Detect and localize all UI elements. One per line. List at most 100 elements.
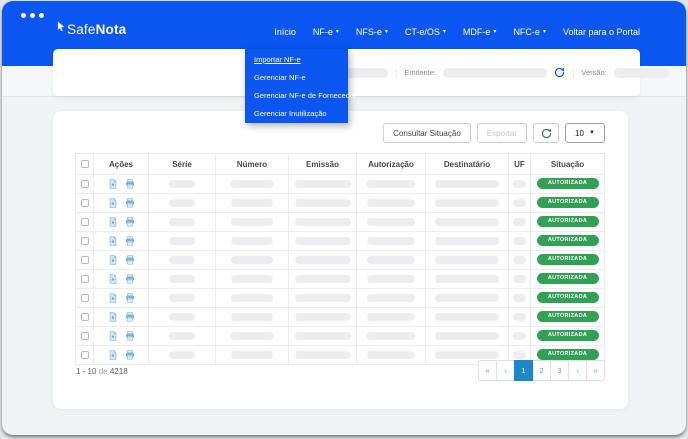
row-cell-uf <box>509 251 531 270</box>
document-download-icon[interactable] <box>108 236 118 246</box>
app-logo[interactable]: SafeNota <box>57 22 126 37</box>
autorizacao-value-redacted <box>367 294 415 302</box>
row-cell-autorizacao <box>357 346 426 365</box>
summary-range: 1 - 10 <box>76 367 96 376</box>
row-checkbox[interactable] <box>81 237 89 245</box>
row-cell-serie <box>149 289 216 308</box>
row-checkbox[interactable] <box>81 351 89 359</box>
printer-icon[interactable] <box>125 255 135 265</box>
nav-item-cte-os[interactable]: CT-e/OS▾ <box>405 27 446 37</box>
row-checkbox[interactable] <box>81 332 89 340</box>
row-checkbox[interactable] <box>81 256 89 264</box>
nav-item-label: CT-e/OS <box>405 27 440 37</box>
nav-item-nfe[interactable]: NF-e▾ <box>313 27 339 37</box>
row-cell-autorizacao <box>357 251 426 270</box>
autorizacao-value-redacted <box>367 275 415 283</box>
printer-icon[interactable] <box>125 198 135 208</box>
nav-item-inicio[interactable]: Início <box>274 27 296 37</box>
nav-item-voltar-portal[interactable]: Voltar para o Portal <box>563 27 640 37</box>
document-download-icon[interactable] <box>108 350 118 360</box>
pagination-page-1-button[interactable]: 1 <box>514 360 533 381</box>
emissao-value-redacted <box>295 351 351 359</box>
row-cell-numero <box>216 327 289 346</box>
numero-value-redacted <box>231 275 273 283</box>
menu-item-gerenciar-inutilizacao[interactable]: Gerenciar Inutilização <box>245 104 348 122</box>
autorizacao-value-redacted <box>367 332 415 340</box>
document-download-icon[interactable] <box>108 217 118 227</box>
printer-icon[interactable] <box>125 236 135 246</box>
row-cell-numero <box>216 194 289 213</box>
row-checkbox[interactable] <box>81 199 89 207</box>
serie-value-redacted <box>169 218 195 226</box>
printer-icon[interactable] <box>125 179 135 189</box>
menu-item-gerenciar-nfe[interactable]: Gerenciar NF-e <box>245 68 348 86</box>
row-actions-cell <box>94 289 149 308</box>
document-download-icon[interactable] <box>108 293 118 303</box>
page-size-select[interactable]: 10 ▼ <box>565 123 605 143</box>
row-checkbox[interactable] <box>81 180 89 188</box>
menu-item-gerenciar-nfe-fornecedor[interactable]: Gerenciar NF-e de Fornecedor <box>245 86 348 104</box>
row-cell-situacao: AUTORIZADA <box>531 194 605 213</box>
row-checkbox[interactable] <box>81 294 89 302</box>
row-cell-serie <box>149 270 216 289</box>
menu-item-importar-nfe[interactable]: Importar NF-e <box>245 50 348 68</box>
exportar-button[interactable]: Exportar <box>477 123 527 143</box>
emitente-value-redacted <box>443 68 547 78</box>
pagination-prev-button[interactable]: ‹ <box>496 360 515 381</box>
select-all-checkbox[interactable] <box>81 160 89 168</box>
uf-value-redacted <box>513 199 526 207</box>
table-row: AUTORIZADA <box>76 175 605 194</box>
printer-icon[interactable] <box>125 274 135 284</box>
window-dot-icon[interactable] <box>30 13 35 18</box>
status-badge: AUTORIZADA <box>537 311 599 322</box>
serie-value-redacted <box>169 180 195 188</box>
printer-icon[interactable] <box>125 350 135 360</box>
document-download-icon[interactable] <box>108 312 118 322</box>
printer-icon[interactable] <box>125 293 135 303</box>
nav-item-nfce[interactable]: NFC-e▾ <box>513 27 546 37</box>
printer-icon[interactable] <box>125 331 135 341</box>
consultar-situacao-button[interactable]: Consultar Situação <box>383 123 471 143</box>
printer-icon[interactable] <box>125 217 135 227</box>
nav-item-mdfe[interactable]: MDF-e▾ <box>463 27 497 37</box>
row-checkbox[interactable] <box>81 313 89 321</box>
table-row: AUTORIZADA <box>76 289 605 308</box>
pagination-last-button[interactable]: » <box>586 360 605 381</box>
window-dot-icon[interactable] <box>21 13 26 18</box>
pagination-page-2-button[interactable]: 2 <box>532 360 551 381</box>
destinatario-value-redacted <box>435 313 499 321</box>
document-download-icon[interactable] <box>108 179 118 189</box>
app-window: SafeNota InícioNF-e▾NFS-e▾CT-e/OS▾MDF-e▾… <box>2 1 686 435</box>
destinatario-value-redacted <box>435 332 499 340</box>
row-cell-serie <box>149 232 216 251</box>
row-checkbox[interactable] <box>81 275 89 283</box>
nav-item-nfse[interactable]: NFS-e▾ <box>356 27 388 37</box>
window-dot-icon[interactable] <box>39 13 44 18</box>
document-download-icon[interactable] <box>108 198 118 208</box>
emissao-value-redacted <box>295 313 351 321</box>
document-download-icon[interactable] <box>108 255 118 265</box>
uf-value-redacted <box>513 180 526 188</box>
serie-value-redacted <box>169 313 195 321</box>
printer-icon[interactable] <box>125 312 135 322</box>
pagination-next-button[interactable]: › <box>568 360 587 381</box>
document-download-icon[interactable] <box>108 331 118 341</box>
row-checkbox[interactable] <box>81 218 89 226</box>
window-controls[interactable] <box>21 13 44 18</box>
column-header-emissao: Emissão <box>289 154 357 175</box>
uf-value-redacted <box>513 351 526 359</box>
nav-item-label: MDF-e <box>463 27 491 37</box>
refresh-icon[interactable] <box>554 67 565 78</box>
refresh-table-button[interactable] <box>533 123 559 143</box>
numero-value-redacted <box>231 237 273 245</box>
chevron-down-icon: ▾ <box>493 29 496 35</box>
pagination-page-3-button[interactable]: 3 <box>550 360 569 381</box>
document-download-icon[interactable] <box>108 274 118 284</box>
row-select-cell <box>76 308 94 327</box>
row-cell-numero <box>216 175 289 194</box>
row-select-cell <box>76 194 94 213</box>
row-select-cell <box>76 175 94 194</box>
pagination-first-button[interactable]: « <box>478 360 497 381</box>
chevron-down-icon: ▾ <box>385 29 388 35</box>
documents-table: AçõesSérieNúmeroEmissãoAutorizaçãoDestin… <box>75 153 605 365</box>
